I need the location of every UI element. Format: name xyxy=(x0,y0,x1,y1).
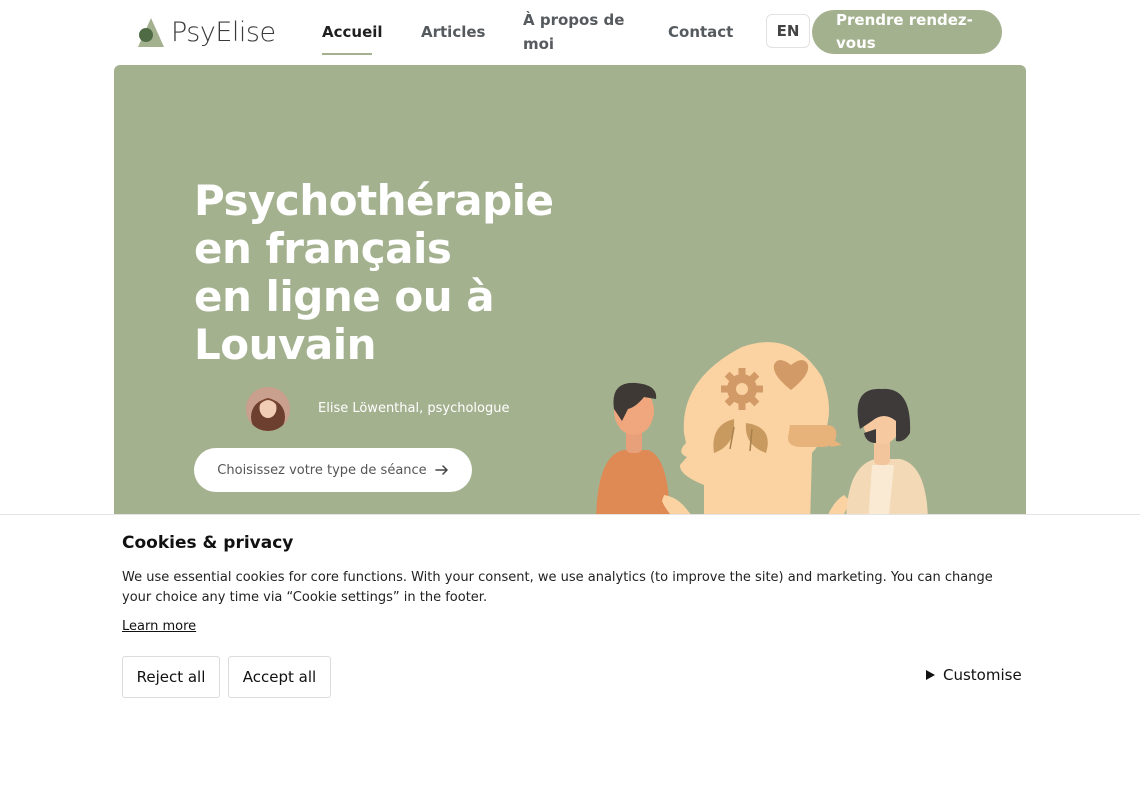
cookie-title: Cookies & privacy xyxy=(122,533,294,553)
author-name: Elise Löwenthal, psychologue xyxy=(318,401,510,416)
site-header: PsyElise Accueil Articles À propos de mo… xyxy=(0,0,1140,64)
logo-mark-icon xyxy=(138,18,164,47)
triangle-right-icon xyxy=(926,670,935,680)
book-appointment-button[interactable]: Prendre rendez-vous xyxy=(812,10,1002,54)
author-avatar xyxy=(246,387,290,431)
cookie-description: We use essential cookies for core functi… xyxy=(122,570,993,605)
logo-text: PsyElise xyxy=(171,16,276,48)
customise-toggle[interactable]: Customise xyxy=(926,666,1022,684)
hero-title: Psychothérapie en français en ligne ou à… xyxy=(194,177,594,369)
hero-section: Psychothérapie en français en ligne ou à… xyxy=(114,65,1026,525)
cookie-banner: Cookies & privacy We use essential cooki… xyxy=(0,514,1140,800)
nav-accueil[interactable]: Accueil xyxy=(322,20,383,44)
hero-title-line: en ligne ou à xyxy=(194,272,495,321)
reject-all-button[interactable]: Reject all xyxy=(122,656,220,698)
nav-a-propos[interactable]: À propos de moi xyxy=(523,8,633,56)
therapy-illustration xyxy=(596,342,928,525)
logo[interactable]: PsyElise xyxy=(137,14,276,50)
session-type-button[interactable]: Choisissez votre type de séance xyxy=(194,448,472,492)
hero-title-line: en français xyxy=(194,224,452,273)
nav-contact[interactable]: Contact xyxy=(668,20,733,44)
nav-active-underline xyxy=(322,53,372,55)
language-switch-button[interactable]: EN xyxy=(766,14,810,48)
learn-more-link[interactable]: Learn more xyxy=(122,619,196,634)
hero-title-line: Psychothérapie xyxy=(194,176,554,225)
customise-label: Customise xyxy=(943,666,1022,684)
accept-all-button[interactable]: Accept all xyxy=(228,656,331,698)
nav-articles[interactable]: Articles xyxy=(421,20,485,44)
arrow-right-icon xyxy=(434,465,448,475)
session-type-label: Choisissez votre type de séance xyxy=(217,462,427,478)
hero-title-line: Louvain xyxy=(194,320,377,369)
